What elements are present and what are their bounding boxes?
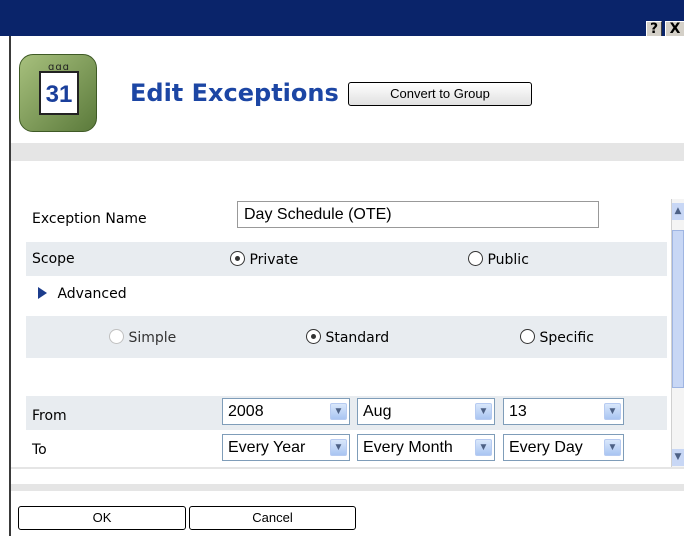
chevron-down-icon[interactable]: ▼: [604, 403, 621, 420]
from-month-value: Aug: [363, 403, 392, 420]
mode-standard-radio[interactable]: [306, 329, 321, 344]
exception-name-input[interactable]: [237, 201, 599, 228]
convert-to-group-button[interactable]: Convert to Group: [348, 82, 532, 106]
scroll-up-icon[interactable]: ▲: [672, 203, 684, 220]
mode-specific-label: Specific: [539, 330, 594, 346]
scope-private-option[interactable]: Private: [230, 251, 298, 268]
calendar-app-icon: ɑɑɑ 31: [19, 54, 97, 132]
scope-public-option[interactable]: Public: [468, 251, 529, 268]
mode-standard-option[interactable]: Standard: [306, 329, 389, 346]
cancel-button[interactable]: Cancel: [189, 506, 356, 530]
chevron-down-icon[interactable]: ▼: [604, 439, 621, 456]
footer-divider: [11, 467, 684, 469]
advanced-toggle[interactable]: Advanced: [38, 286, 127, 302]
footer-divider-band: [11, 484, 684, 491]
ok-button[interactable]: OK: [18, 506, 186, 530]
from-label: From: [32, 408, 67, 424]
scroll-down-icon[interactable]: ▼: [672, 449, 684, 466]
expand-arrow-icon: [38, 287, 47, 299]
from-year-select[interactable]: 2008 ▼: [222, 398, 350, 425]
mode-specific-option[interactable]: Specific: [520, 329, 594, 346]
page-title: Edit Exceptions: [130, 79, 339, 107]
mode-row: Simple Standard Specific: [26, 316, 667, 358]
dialog-header: ɑɑɑ 31 Edit Exceptions Convert to Group: [11, 36, 684, 143]
chevron-down-icon[interactable]: ▼: [330, 403, 347, 420]
window-frame: [0, 36, 11, 536]
from-month-select[interactable]: Aug ▼: [357, 398, 495, 425]
chevron-down-icon[interactable]: ▼: [475, 403, 492, 420]
scope-public-label: Public: [487, 252, 529, 268]
scope-row: Scope Private Public: [26, 242, 667, 276]
exception-name-label: Exception Name: [32, 211, 147, 227]
to-label: To: [32, 442, 47, 458]
to-month-select[interactable]: Every Month ▼: [357, 434, 495, 461]
from-year-value: 2008: [228, 403, 264, 420]
mode-simple-label: Simple: [128, 330, 177, 346]
to-day-value: Every Day: [509, 439, 583, 456]
to-year-value: Every Year: [228, 439, 306, 456]
chevron-down-icon[interactable]: ▼: [330, 439, 347, 456]
chevron-down-icon[interactable]: ▼: [475, 439, 492, 456]
from-day-value: 13: [509, 403, 527, 420]
scope-private-radio[interactable]: [230, 251, 245, 266]
scope-public-radio[interactable]: [468, 251, 483, 266]
dialog-titlebar: ? X: [0, 0, 684, 37]
mode-specific-radio[interactable]: [520, 329, 535, 344]
scope-label: Scope: [32, 251, 75, 267]
to-day-select[interactable]: Every Day ▼: [503, 434, 624, 461]
exception-name-row: Exception Name: [26, 201, 667, 229]
calendar-icon-day: 31: [45, 81, 73, 108]
close-button[interactable]: X: [665, 21, 684, 37]
scrollbar-thumb[interactable]: [672, 230, 684, 388]
help-button[interactable]: ?: [646, 21, 662, 37]
calendar-icon: ɑɑɑ 31: [39, 63, 79, 115]
from-day-select[interactable]: 13 ▼: [503, 398, 624, 425]
mode-simple-radio: [109, 329, 124, 344]
advanced-row[interactable]: Advanced: [26, 286, 667, 306]
mode-simple-option: Simple: [109, 329, 176, 346]
to-year-select[interactable]: Every Year ▼: [222, 434, 350, 461]
to-month-value: Every Month: [363, 439, 453, 456]
form-panel: Exception Name Scope Private Public Adva…: [11, 161, 671, 467]
from-row: From 2008 ▼ Aug ▼ 13 ▼: [26, 396, 667, 430]
vertical-scrollbar[interactable]: ▲ ▼: [671, 199, 684, 467]
advanced-label: Advanced: [57, 286, 127, 302]
header-divider: [11, 143, 684, 161]
to-row: To Every Year ▼ Every Month ▼ Every Day …: [26, 430, 667, 464]
mode-standard-label: Standard: [325, 330, 390, 346]
scope-private-label: Private: [249, 252, 299, 268]
